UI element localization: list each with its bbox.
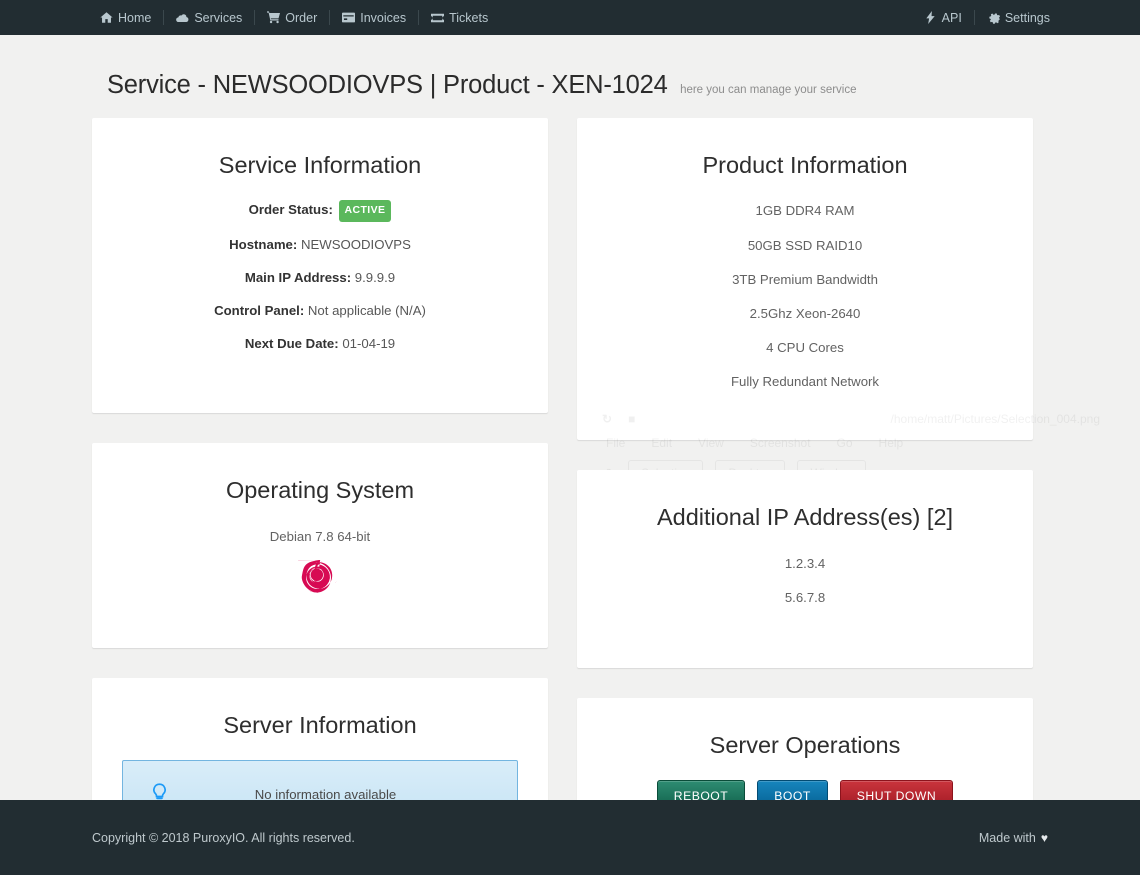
next-due-date-value: 01-04-19	[342, 335, 396, 351]
product-spec: 50GB SSD RAID10	[747, 237, 863, 253]
main-content: ↻ ■ /home/matt/Pictures/Selection_004.pn…	[0, 118, 1140, 875]
footer-made-with-label: Made with	[978, 830, 1036, 845]
ticket-icon	[431, 11, 445, 24]
nav-link-services[interactable]: Services	[164, 11, 254, 25]
navbar-primary-links: Home Services Order Invoices Tickets	[88, 10, 500, 25]
service-information-title: Service Information	[218, 152, 422, 178]
nav-link-invoices-label: Invoices	[360, 10, 407, 25]
nav-link-api[interactable]: API	[912, 11, 974, 25]
product-spec: 3TB Premium Bandwidth	[732, 271, 878, 287]
server-operations-title: Server Operations	[709, 731, 901, 758]
server-information-title: Server Information	[223, 711, 417, 738]
hostname-label: Hostname:	[229, 237, 298, 253]
page-subtitle: here you can manage your service	[680, 84, 857, 96]
left-column: Service Information Order Status: ACTIVE…	[92, 118, 548, 875]
nav-link-tickets-label: Tickets	[449, 10, 489, 25]
service-information-panel: Service Information Order Status: ACTIVE…	[92, 118, 548, 414]
footer-made-with: Made with ♥	[979, 831, 1048, 845]
product-information-panel: Product Information 1GB DDR4 RAM 50GB SS…	[577, 118, 1033, 441]
additional-ip-panel: Additional IP Address(es) [2] 1.2.3.4 5.…	[577, 470, 1033, 668]
status-badge: ACTIVE	[338, 200, 392, 223]
product-spec: 4 CPU Cores	[766, 339, 844, 355]
control-panel-label: Control Panel:	[214, 302, 305, 318]
operating-system-title: Operating System	[225, 477, 415, 504]
product-spec: 2.5Ghz Xeon-2640	[749, 305, 861, 321]
nav-link-services-label: Services	[194, 10, 243, 25]
top-navbar: Home Services Order Invoices Tickets API…	[0, 0, 1140, 35]
page-header: Service - NEWSOODIOVPS | Product - XEN-1…	[0, 35, 1140, 118]
credit-card-icon	[342, 11, 356, 24]
hostname-value: NEWSOODIOVPS	[300, 237, 411, 253]
nav-link-tickets[interactable]: Tickets	[419, 11, 500, 25]
control-panel-row: Control Panel: Not applicable (N/A)	[112, 301, 528, 321]
page-footer: Copyright © 2018 PuroxyIO. All rights re…	[0, 800, 1140, 875]
page-title: Service - NEWSOODIOVPS | Product - XEN-1…	[107, 71, 668, 99]
additional-ip-address: 1.2.3.4	[784, 555, 826, 571]
main-ip-value: 9.9.9.9	[354, 269, 396, 285]
main-ip-row: Main IP Address: 9.9.9.9	[112, 268, 528, 288]
operating-system-value: Debian 7.8 64-bit	[269, 528, 371, 544]
nav-link-home-label: Home	[118, 10, 152, 25]
two-column-layout: Service Information Order Status: ACTIVE…	[92, 118, 1048, 875]
heart-icon: ♥	[1040, 830, 1048, 845]
debian-swirl-logo	[112, 559, 528, 608]
additional-ip-address: 5.6.7.8	[784, 589, 826, 605]
nav-link-api-label: API	[941, 10, 962, 25]
nav-link-order-label: Order	[285, 10, 318, 25]
gear-icon	[987, 11, 1000, 24]
nav-link-invoices[interactable]: Invoices	[330, 11, 418, 25]
cloud-icon	[176, 11, 189, 24]
navbar-secondary-links: API Settings	[912, 10, 1062, 25]
home-icon	[100, 11, 113, 24]
product-spec: Fully Redundant Network	[730, 374, 880, 389]
control-panel-value: Not applicable (N/A)	[307, 302, 426, 318]
additional-ip-title: Additional IP Address(es) [2]	[656, 504, 954, 531]
next-due-date-label: Next Due Date:	[244, 335, 339, 351]
order-status-label: Order Status:	[248, 202, 333, 218]
nav-link-settings[interactable]: Settings	[975, 11, 1062, 25]
nav-link-home[interactable]: Home	[88, 11, 163, 25]
footer-copyright: Copyright © 2018 PuroxyIO. All rights re…	[92, 830, 355, 845]
operating-system-panel: Operating System Debian 7.8 64-bit	[92, 443, 548, 648]
right-column: Product Information 1GB DDR4 RAM 50GB SS…	[577, 118, 1033, 875]
nav-link-order[interactable]: Order	[255, 11, 329, 25]
product-spec: 1GB DDR4 RAM	[755, 203, 855, 219]
nav-link-settings-label: Settings	[1004, 10, 1050, 25]
bolt-icon	[924, 11, 937, 24]
hostname-row: Hostname: NEWSOODIOVPS	[112, 235, 528, 255]
next-due-date-row: Next Due Date: 01-04-19	[112, 334, 528, 354]
main-ip-label: Main IP Address:	[244, 269, 352, 285]
product-information-title: Product Information	[702, 152, 908, 178]
shopping-cart-icon	[267, 11, 281, 24]
order-status-row: Order Status: ACTIVE	[112, 200, 528, 223]
